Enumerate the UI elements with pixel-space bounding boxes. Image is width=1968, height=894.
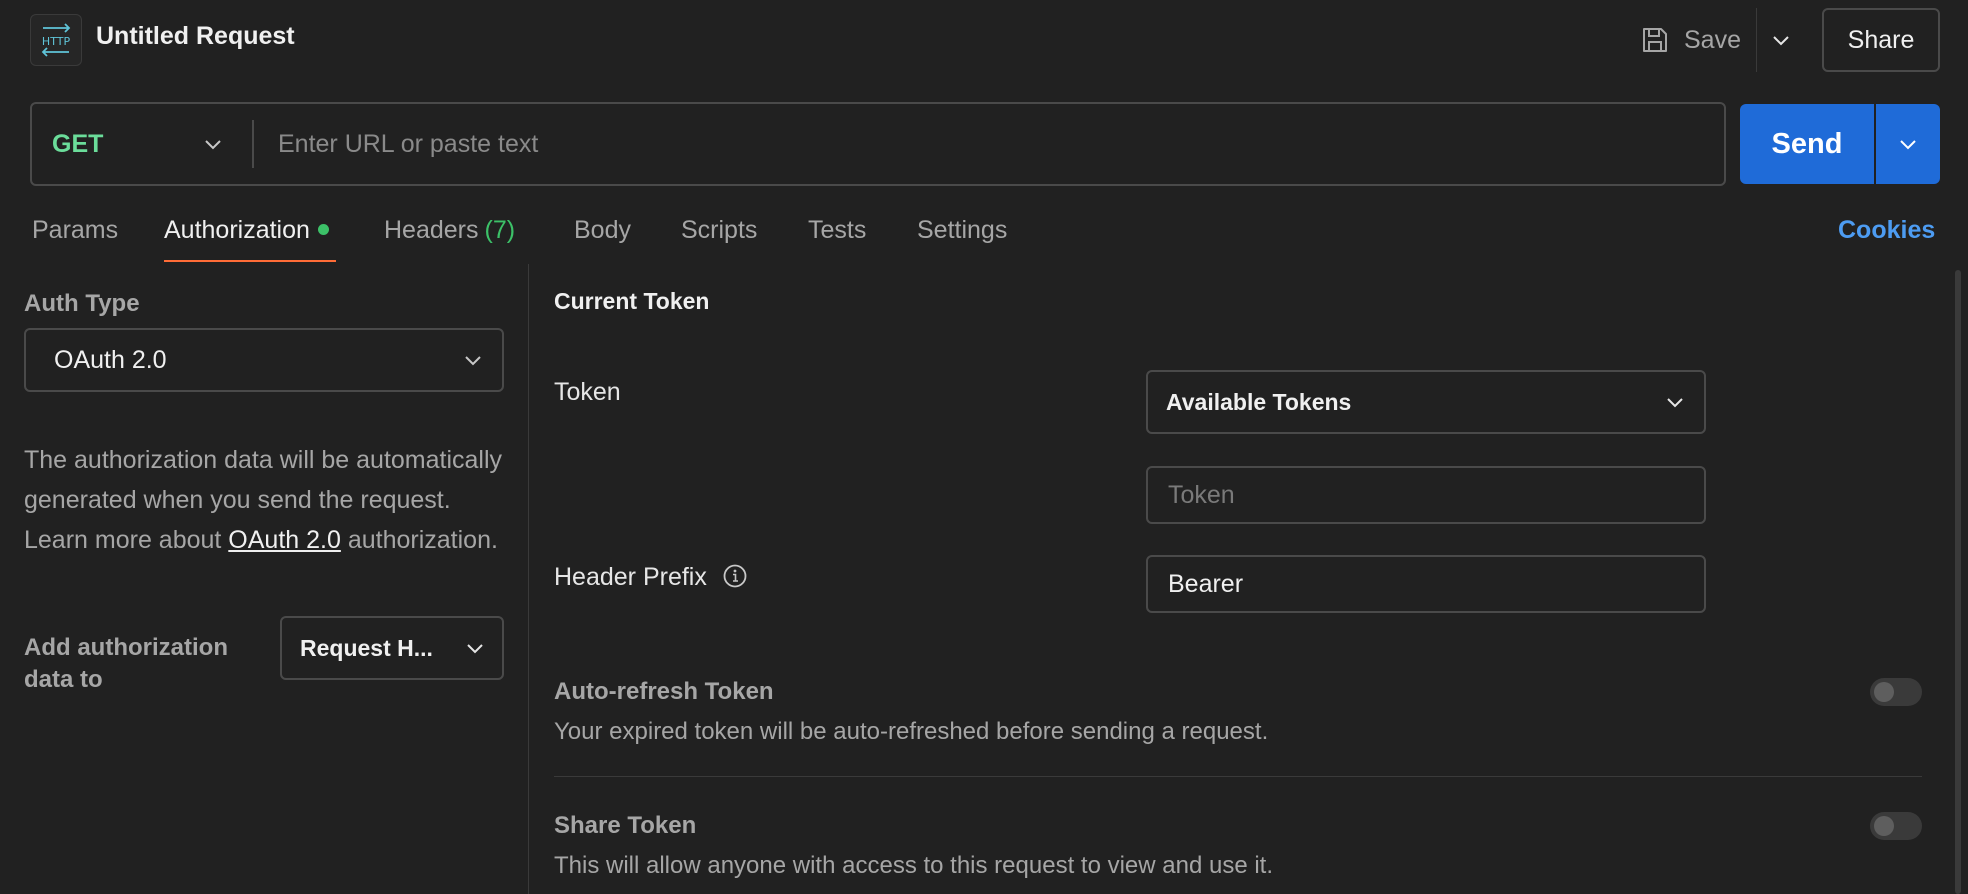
chevron-down-icon bbox=[1900, 140, 1916, 150]
chevron-down-icon bbox=[205, 140, 221, 150]
auto-refresh-title: Auto-refresh Token bbox=[554, 678, 774, 705]
tab-scripts[interactable]: Scripts bbox=[681, 216, 757, 245]
auth-status-dot bbox=[317, 223, 329, 235]
add-auth-data-value: Request H... bbox=[300, 634, 433, 661]
share-button[interactable]: Share bbox=[1822, 8, 1940, 72]
tab-authorization[interactable]: Authorization bbox=[164, 216, 329, 245]
tab-body[interactable]: Body bbox=[574, 216, 631, 245]
save-options-dropdown[interactable] bbox=[1766, 22, 1796, 58]
info-icon[interactable] bbox=[722, 563, 748, 589]
auth-type-select[interactable]: OAuth 2.0 bbox=[24, 328, 504, 392]
scrollbar-thumb[interactable] bbox=[1955, 270, 1961, 894]
http-method-value: GET bbox=[52, 129, 104, 158]
tab-params[interactable]: Params bbox=[32, 216, 118, 245]
toggle-knob bbox=[1874, 816, 1894, 836]
token-label: Token bbox=[554, 378, 621, 406]
oauth-learn-more-link[interactable]: OAuth 2.0 bbox=[228, 526, 341, 554]
method-url-divider bbox=[252, 120, 254, 168]
available-tokens-value: Available Tokens bbox=[1166, 388, 1352, 415]
active-tab-underline bbox=[164, 260, 336, 262]
http-arrows-icon: HTTP bbox=[41, 23, 71, 57]
tab-authorization-label: Authorization bbox=[164, 216, 310, 244]
tab-headers[interactable]: Headers (7) bbox=[384, 216, 515, 245]
current-token-heading: Current Token bbox=[554, 288, 710, 314]
headers-count-badge: (7) bbox=[484, 216, 516, 244]
save-divider bbox=[1756, 8, 1757, 72]
share-token-description: This will allow anyone with access to th… bbox=[554, 852, 1274, 879]
chevron-down-icon bbox=[467, 644, 483, 654]
chevron-down-icon bbox=[465, 356, 481, 366]
auto-refresh-description: Your expired token will be auto-refreshe… bbox=[554, 718, 1269, 745]
share-token-title: Share Token bbox=[554, 812, 697, 839]
send-options-dropdown[interactable] bbox=[1876, 104, 1940, 184]
cookies-link[interactable]: Cookies bbox=[1838, 216, 1935, 245]
tab-headers-label: Headers bbox=[384, 216, 479, 244]
auth-type-label: Auth Type bbox=[24, 290, 140, 317]
save-button[interactable]: Save bbox=[1640, 18, 1741, 62]
send-button[interactable]: Send bbox=[1740, 104, 1874, 184]
toggle-knob bbox=[1874, 682, 1894, 702]
auto-refresh-toggle[interactable] bbox=[1870, 678, 1922, 706]
add-auth-data-label: Add authorization data to bbox=[24, 634, 228, 693]
section-divider bbox=[554, 776, 1922, 777]
panel-divider bbox=[528, 264, 529, 894]
save-label: Save bbox=[1684, 25, 1741, 54]
chevron-down-icon bbox=[1773, 36, 1789, 46]
add-auth-data-select[interactable]: Request H... bbox=[280, 616, 504, 680]
request-title[interactable]: Untitled Request bbox=[96, 22, 295, 51]
http-method-select[interactable]: GET bbox=[52, 126, 222, 162]
header-prefix-label: Header Prefix bbox=[554, 563, 707, 591]
available-tokens-select[interactable]: Available Tokens bbox=[1146, 370, 1706, 434]
tab-tests[interactable]: Tests bbox=[808, 216, 866, 245]
save-disk-icon bbox=[1643, 28, 1667, 52]
header-prefix-input[interactable] bbox=[1146, 555, 1706, 613]
auth-description: The authorization data will be automatic… bbox=[24, 440, 514, 560]
chevron-down-icon bbox=[1667, 398, 1683, 408]
svg-text:HTTP: HTTP bbox=[42, 35, 71, 48]
token-input[interactable] bbox=[1146, 466, 1706, 524]
url-input[interactable] bbox=[262, 112, 1702, 176]
share-token-toggle[interactable] bbox=[1870, 812, 1922, 840]
auth-type-value: OAuth 2.0 bbox=[54, 345, 167, 374]
auth-description-tail: authorization. bbox=[340, 526, 498, 554]
http-app-icon: HTTP bbox=[30, 14, 82, 66]
header-prefix-label-row: Header Prefix bbox=[554, 563, 748, 592]
tab-settings[interactable]: Settings bbox=[917, 216, 1007, 245]
